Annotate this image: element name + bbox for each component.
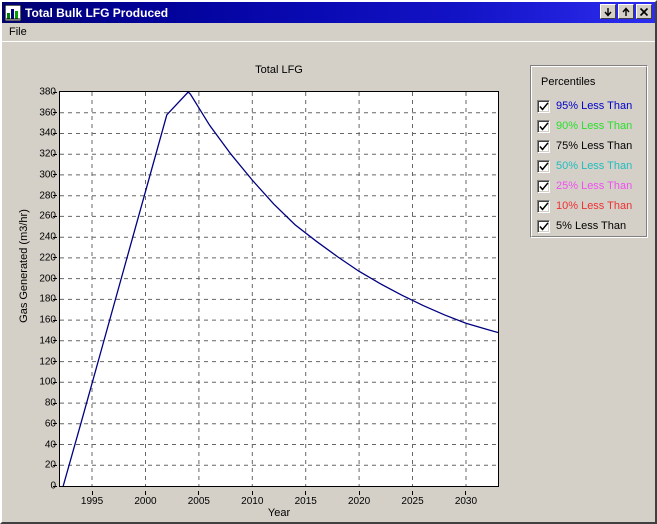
legend-item-label: 75% Less Than (556, 140, 633, 152)
title-bar[interactable]: Total Bulk LFG Produced (2, 2, 655, 23)
y-tick-mark (53, 402, 57, 404)
x-tick-label: 2015 (294, 496, 317, 507)
x-tick-label: 2020 (347, 496, 371, 507)
y-tick-label: 340 (39, 127, 56, 139)
y-tick-label: 380 (39, 86, 56, 98)
y-tick-mark (53, 464, 57, 466)
y-tick-mark (53, 257, 57, 259)
y-tick-mark (53, 340, 57, 342)
x-tick-label: 2030 (454, 496, 478, 507)
x-tick-mark (91, 491, 93, 495)
y-tick-label: 260 (39, 210, 56, 222)
x-axis-label: Year (267, 507, 291, 519)
y-tick-mark (53, 236, 57, 238)
x-tick-mark (412, 491, 414, 495)
y-axis-ticks: 0 20 40 60 80 100 120 140 160 180 200 220 240 260 280 3… (9, 87, 57, 492)
x-tick-mark (198, 491, 200, 495)
checkbox-icon[interactable] (537, 179, 550, 193)
legend-item-label: 95% Less Than (556, 100, 633, 112)
app-chart-icon (4, 4, 22, 21)
y-tick-label: 220 (39, 252, 56, 264)
x-tick-label: 2010 (241, 496, 264, 507)
y-tick-label: 200 (39, 273, 56, 285)
y-tick-label: 20 (44, 459, 56, 471)
checkbox-icon[interactable] (537, 159, 550, 173)
y-tick-mark (53, 361, 57, 363)
y-tick-label: 300 (39, 169, 56, 181)
checkbox-icon[interactable] (537, 199, 550, 213)
legend-item-2[interactable]: 75% Less Than (537, 136, 645, 156)
menu-item-file[interactable]: File (2, 24, 33, 40)
y-tick-label: 360 (39, 107, 56, 119)
y-tick-label: 0 (12, 481, 56, 492)
checkbox-icon[interactable] (537, 99, 550, 113)
y-tick-mark (53, 298, 57, 300)
y-tick-mark (53, 278, 57, 280)
checkbox-icon[interactable] (537, 219, 550, 233)
checkbox-icon[interactable] (537, 139, 550, 153)
y-tick-label: 60 (44, 418, 56, 430)
x-tick-mark (251, 491, 253, 495)
legend-item-6[interactable]: 5% Less Than (537, 216, 645, 236)
y-tick-label: 140 (39, 335, 56, 347)
x-tick-mark (358, 491, 360, 495)
close-button[interactable] (636, 4, 652, 19)
chart-title: Total LFG (255, 64, 303, 76)
legend-item-0[interactable]: 95% Less Than (537, 96, 645, 116)
checkbox-icon[interactable] (537, 119, 550, 133)
legend-item-label: 10% Less Than (556, 200, 633, 212)
line-chart-svg (60, 92, 498, 486)
minimize-button[interactable] (600, 4, 616, 19)
window-controls (600, 4, 652, 19)
y-tick-mark (53, 423, 57, 425)
legend-item-5[interactable]: 10% Less Than (537, 196, 645, 216)
y-tick-mark (53, 174, 57, 176)
plot-area (59, 91, 499, 487)
legend-item-1[interactable]: 90% Less Than (537, 116, 645, 136)
x-tick-mark (305, 491, 307, 495)
maximize-button[interactable] (618, 4, 634, 19)
window-title: Total Bulk LFG Produced (25, 5, 169, 20)
y-tick-mark (53, 112, 57, 114)
y-tick-mark (53, 381, 57, 383)
y-tick-mark (53, 91, 57, 93)
y-tick-mark (53, 444, 57, 446)
y-tick-mark (53, 153, 57, 155)
x-tick-label: 2025 (401, 496, 424, 507)
y-tick-label: 120 (39, 356, 56, 368)
y-tick-label: 40 (44, 439, 56, 451)
legend-item-label: 5% Less Than (556, 220, 627, 232)
y-tick-label: 160 (39, 314, 56, 326)
y-tick-mark (53, 132, 57, 134)
legend-item-label: 50% Less Than (556, 160, 633, 172)
x-axis-ticks: 1995 2000 2005 2010 2015 2020 2025 2030 (59, 491, 499, 507)
y-tick-mark (53, 195, 57, 197)
x-tick-label: 2000 (134, 496, 157, 507)
y-tick-mark (53, 485, 57, 487)
y-tick-label: 240 (39, 231, 56, 243)
y-tick-mark (53, 215, 57, 217)
legend-item-4[interactable]: 25% Less Than (537, 176, 645, 196)
y-tick-label: 80 (44, 397, 56, 409)
application-window: Total Bulk LFG Produced File Total LFG G… (0, 0, 657, 524)
x-tick-mark (144, 491, 146, 495)
percentiles-group-box: Percentiles 95% Less Than 90% Less Than 75… (530, 65, 648, 238)
y-tick-label: 180 (39, 293, 56, 305)
y-tick-mark (53, 319, 57, 321)
legend-item-label: 25% Less Than (556, 180, 633, 192)
legend-item-3[interactable]: 50% Less Than (537, 156, 645, 176)
y-tick-label: 320 (39, 148, 56, 160)
client-area: Total LFG Gas Generated (m3/hr) 02040608… (2, 42, 655, 522)
x-tick-label: 1995 (80, 496, 104, 507)
legend-item-label: 90% Less Than (556, 120, 633, 132)
x-tick-mark (465, 491, 467, 495)
x-tick-label: 2005 (187, 496, 210, 507)
menu-bar: File (2, 23, 655, 42)
percentiles-group-label: Percentiles (538, 76, 599, 88)
chart-panel: Total LFG Gas Generated (m3/hr) 02040608… (2, 42, 519, 520)
percentiles-checkbox-list: 95% Less Than 90% Less Than 75% Less Than 5… (537, 96, 645, 236)
y-tick-label: 280 (39, 190, 56, 202)
y-tick-label: 100 (39, 376, 56, 388)
